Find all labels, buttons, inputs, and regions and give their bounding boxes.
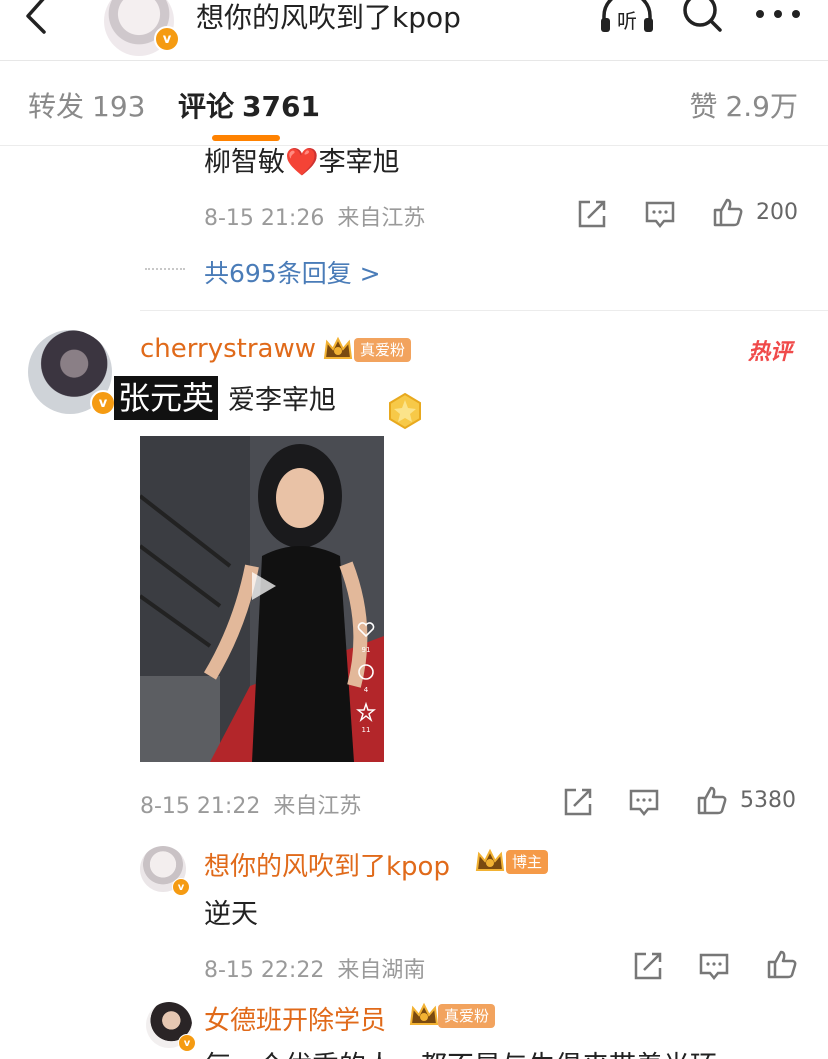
- thumbs-up-icon[interactable]: [766, 948, 798, 980]
- comment-divider: [140, 310, 828, 311]
- heart-icon: [357, 622, 375, 638]
- reply-avatar[interactable]: v: [140, 846, 190, 896]
- comment-icon[interactable]: [628, 786, 660, 818]
- reply-text: 逆天: [204, 899, 258, 930]
- reply-location: 来自湖南: [337, 958, 426, 983]
- top-nav-bar: v 想你的风吹到了kpop 听: [0, 0, 828, 60]
- comment-location: 来自江苏: [273, 794, 362, 819]
- video-fav-count: 11: [362, 726, 371, 734]
- prev-comment-text: 柳智敏❤️李宰旭: [204, 147, 400, 178]
- view-replies-link[interactable]: 共695条回复 >: [204, 254, 381, 290]
- reply-meta: 8-15 22:22 来自湖南: [204, 952, 425, 984]
- comment-video-thumbnail[interactable]: 91 4 11: [140, 436, 384, 762]
- tab-like-count: 2.9万: [725, 90, 798, 123]
- prev-comment-location: 来自江苏: [337, 206, 426, 231]
- commenter-username[interactable]: cherrystraww: [140, 334, 316, 364]
- tab-repost-label: 转发: [28, 90, 85, 123]
- author-badge: 博主: [506, 850, 549, 874]
- tab-comment[interactable]: 评论 3761: [178, 85, 320, 125]
- coin-emoji-icon: [389, 392, 421, 430]
- star-icon: [356, 701, 376, 723]
- fan-badge: 真爱粉: [354, 338, 412, 362]
- comment-icon[interactable]: [698, 950, 730, 982]
- listen-button[interactable]: 听: [598, 0, 656, 38]
- reply-text: 每一个优秀的人，都不是与生俱来带着光环: [204, 1044, 717, 1059]
- tab-comment-count: 3761: [242, 90, 320, 123]
- verified-badge-icon: v: [154, 26, 180, 52]
- tab-repost-count: 193: [92, 90, 146, 123]
- chevron-left-icon: [26, 0, 46, 34]
- reply-avatar[interactable]: v: [146, 1002, 196, 1052]
- search-icon: [683, 0, 722, 32]
- reply-username[interactable]: 女德班开除学员: [204, 1000, 386, 1037]
- back-button[interactable]: [18, 0, 58, 40]
- tab-comment-label: 评论: [178, 90, 235, 123]
- comment-likes: 5380: [740, 788, 796, 813]
- thumbs-up-icon[interactable]: [696, 784, 728, 816]
- share-icon[interactable]: [576, 198, 608, 230]
- prev-comment-likes: 200: [756, 200, 798, 225]
- author-avatar[interactable]: v: [104, 0, 180, 56]
- tab-like-label: 赞: [689, 90, 718, 123]
- comment-meta: 8-15 21:22 来自江苏: [140, 788, 361, 820]
- video-like-count: 91: [362, 646, 371, 654]
- play-icon[interactable]: [242, 566, 282, 606]
- headphones-icon: 听: [601, 0, 653, 33]
- comment-text: 爱李宰旭: [228, 385, 336, 416]
- crown-icon: [323, 336, 353, 359]
- verified-badge-icon: v: [172, 878, 190, 896]
- verified-badge-icon: v: [90, 390, 116, 416]
- hot-comment-tag: 热评: [748, 340, 793, 365]
- video-side-icons: 91 4 11: [356, 622, 376, 734]
- reply-dots-divider: [145, 268, 185, 270]
- crown-icon: [475, 848, 505, 871]
- page-title: 想你的风吹到了kpop: [196, 1, 461, 34]
- listen-label: 听: [617, 9, 637, 33]
- bubble-icon: [358, 664, 374, 680]
- verified-badge-icon: v: [178, 1034, 196, 1052]
- name-cover-label: 张元英: [114, 376, 219, 420]
- comment-time: 8-15 21:22: [140, 794, 261, 819]
- video-comment-count: 4: [364, 686, 369, 694]
- share-icon[interactable]: [562, 786, 594, 818]
- prev-comment-time: 8-15 21:26: [204, 206, 325, 231]
- share-icon[interactable]: [632, 950, 664, 982]
- fan-badge: 真爱粉: [438, 1004, 496, 1028]
- tab-repost[interactable]: 转发 193: [28, 85, 145, 125]
- tab-bar: 转发 193 评论 3761 赞 2.9万: [0, 60, 828, 146]
- reply-username[interactable]: 想你的风吹到了kpop: [204, 846, 450, 883]
- prev-comment-meta: 8-15 21:26 来自江苏: [204, 200, 425, 232]
- search-button[interactable]: [678, 0, 726, 36]
- commenter-avatar[interactable]: v: [28, 330, 116, 416]
- more-dots-icon: [756, 10, 800, 18]
- crown-icon: [409, 1002, 439, 1025]
- thumbs-up-icon[interactable]: [712, 196, 744, 228]
- comment-icon[interactable]: [644, 198, 676, 230]
- reply-time: 8-15 22:22: [204, 958, 325, 983]
- more-button[interactable]: [752, 0, 804, 30]
- tab-like[interactable]: 赞 2.9万: [689, 85, 798, 125]
